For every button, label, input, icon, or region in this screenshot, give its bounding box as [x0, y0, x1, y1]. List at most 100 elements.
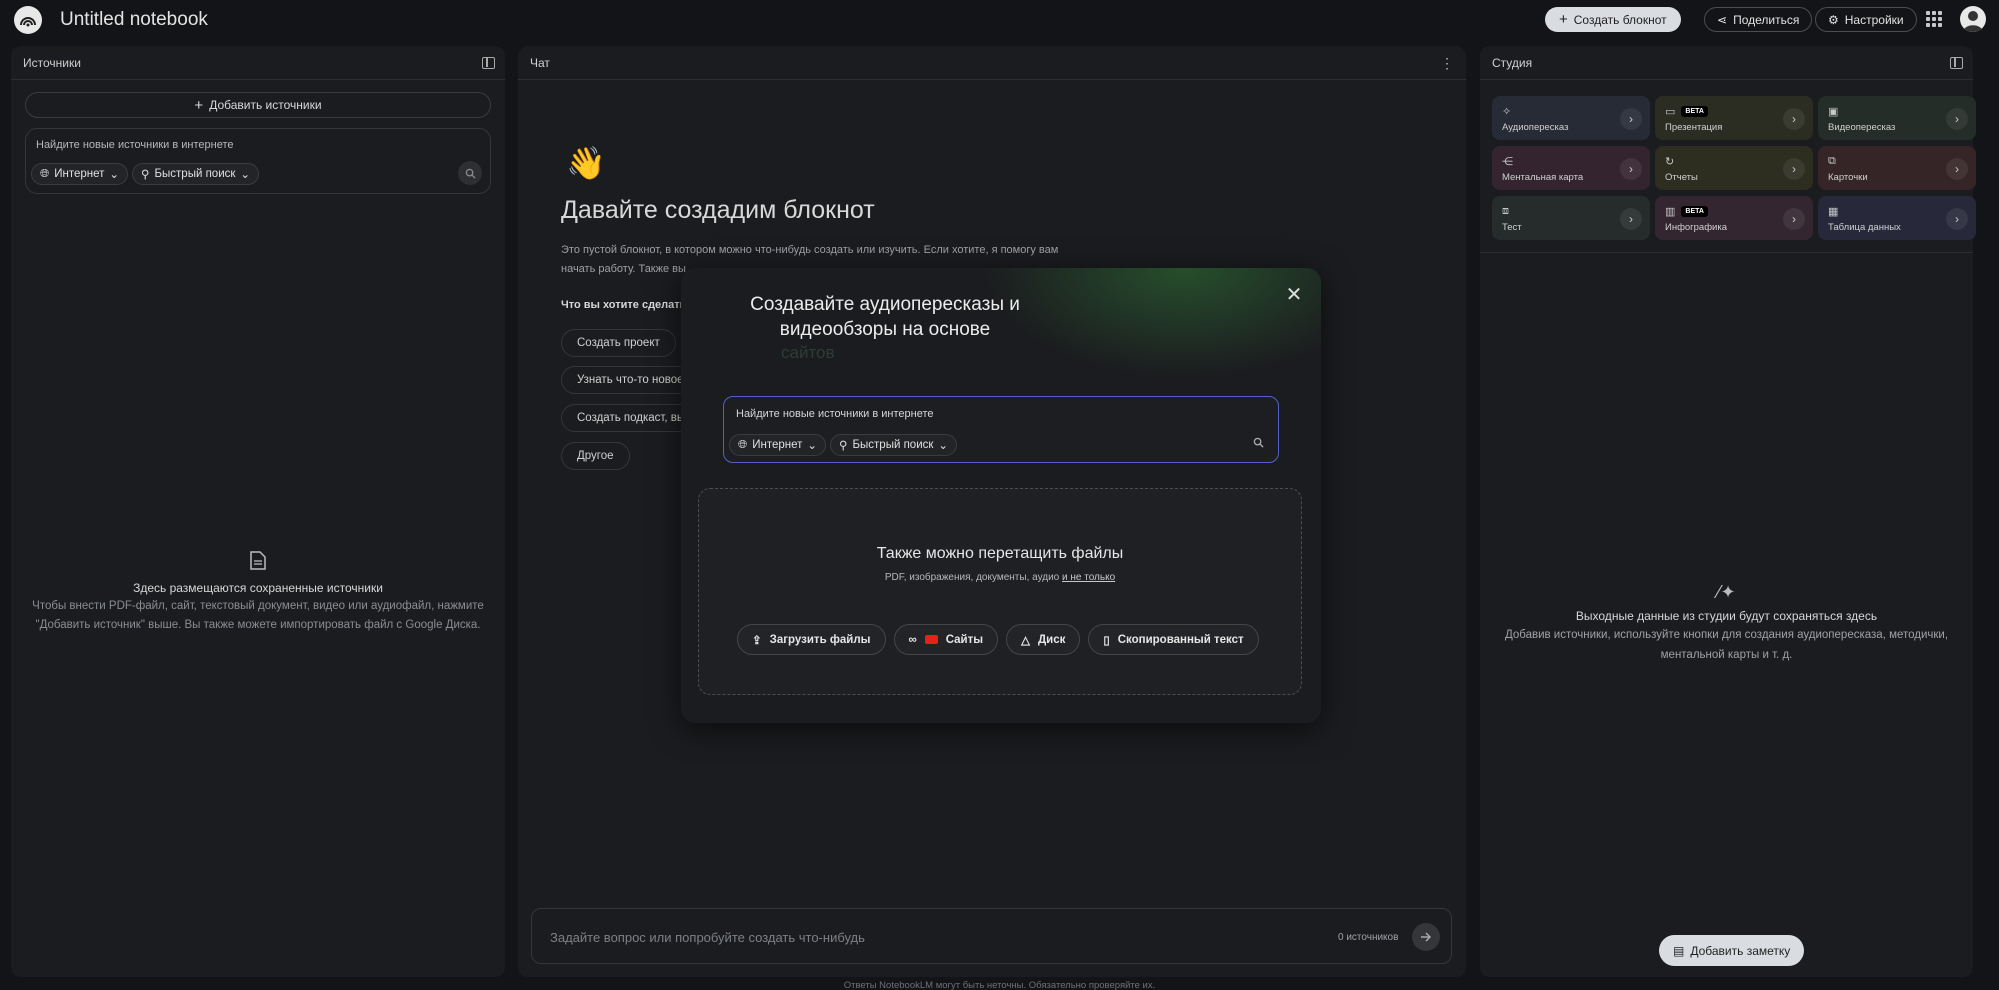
- studio-tile[interactable]: ⧈ Тест ›: [1492, 196, 1650, 240]
- modal-search-box: Найдите новые источники в интернете 🌐︎ И…: [723, 396, 1279, 463]
- drive-label: Диск: [1037, 633, 1066, 646]
- avatar[interactable]: [1960, 6, 1986, 32]
- fast-chip-label: Быстрый поиск: [852, 439, 934, 451]
- copied-text-button[interactable]: ▯ Скопированный текст: [1088, 624, 1259, 655]
- fast-search-dropdown[interactable]: ⚲ Быстрый поиск ⌄: [132, 163, 260, 185]
- studio-tile[interactable]: ↻ Отчеты ›: [1655, 146, 1813, 190]
- fast-search-dropdown[interactable]: ⚲ Быстрый поиск ⌄: [830, 434, 958, 456]
- create-notebook-button[interactable]: + Создать блокнот: [1545, 7, 1681, 32]
- add-sources-label: Добавить источники: [209, 98, 322, 112]
- chat-input-placeholder: Задайте вопрос или попробуйте создать чт…: [550, 930, 865, 945]
- chevron-right-icon[interactable]: ›: [1620, 108, 1642, 130]
- chevron-right-icon[interactable]: ›: [1946, 208, 1968, 230]
- settings-label: Настройки: [1844, 12, 1904, 27]
- beta-badge: BETA: [1681, 105, 1708, 117]
- audio-icon: ✧: [1502, 105, 1512, 118]
- studio-tile-label: Тест: [1502, 222, 1522, 233]
- share-button[interactable]: ⋖ Поделиться: [1704, 7, 1813, 32]
- studio-tile[interactable]: ▭ BETA Презентация ›: [1655, 96, 1813, 140]
- chevron-down-icon: ⌄: [109, 169, 120, 181]
- drive-icon: △: [1021, 634, 1030, 647]
- chat-title: Чат: [530, 55, 550, 70]
- document-icon: [250, 551, 266, 570]
- chevron-down-icon: ⌄: [807, 440, 818, 452]
- sites-label: Сайты: [945, 633, 984, 646]
- sources-empty-state: Здесь размещаются сохраненные источники …: [11, 551, 505, 635]
- sources-title: Источники: [23, 55, 81, 70]
- dropzone-title: Также можно перетащить файлы: [876, 545, 1124, 562]
- magic-wand-icon: ⁄✦: [1717, 582, 1736, 602]
- add-sources-button[interactable]: + Добавить источники: [25, 92, 491, 118]
- studio-tile-label: Карточки: [1828, 172, 1868, 183]
- upload-files-label: Загрузить файлы: [769, 633, 871, 646]
- studio-empty-text: Добавив источники, используйте кнопки дл…: [1504, 629, 1949, 661]
- studio-tile-label: Инфографика: [1665, 222, 1727, 233]
- studio-divider: [1480, 252, 1973, 253]
- drive-button[interactable]: △ Диск: [1006, 624, 1081, 655]
- chevron-right-icon[interactable]: ›: [1946, 108, 1968, 130]
- share-icon: ⋖: [1717, 12, 1728, 27]
- chevron-right-icon[interactable]: ›: [1946, 158, 1968, 180]
- chat-header: Чат ⋮: [518, 46, 1466, 80]
- apps-grid-icon[interactable]: [1926, 11, 1942, 27]
- chevron-down-icon: ⌄: [240, 169, 251, 181]
- close-icon[interactable]: ✕: [1285, 285, 1303, 305]
- source-search-box: Найдите новые источники в интернете 🌐︎ И…: [25, 128, 491, 194]
- sites-button[interactable]: ∞ Сайты: [893, 624, 999, 655]
- upload-files-button[interactable]: ⇪ Загрузить файлы: [737, 624, 886, 655]
- more-formats-link[interactable]: и не только: [1062, 572, 1115, 583]
- modal-search-input[interactable]: Найдите новые источники в интернете: [736, 408, 934, 420]
- web-source-dropdown[interactable]: 🌐︎ Интернет ⌄: [729, 434, 827, 456]
- studio-tile-label: Отчеты: [1665, 172, 1698, 183]
- chevron-right-icon[interactable]: ›: [1783, 208, 1805, 230]
- modal-search-button[interactable]: [1246, 430, 1270, 454]
- chevron-right-icon[interactable]: ›: [1783, 108, 1805, 130]
- cards-icon: ⧉: [1828, 154, 1836, 167]
- studio-header: Студия: [1480, 46, 1973, 80]
- infographic-icon: ▥: [1665, 205, 1676, 218]
- slides-icon: ▭: [1665, 105, 1676, 118]
- globe-icon: 🌐︎: [40, 167, 50, 180]
- source-search-button[interactable]: [458, 161, 482, 185]
- note-icon: ▤: [1673, 943, 1685, 958]
- more-vert-icon[interactable]: ⋮: [1440, 55, 1454, 72]
- settings-button[interactable]: ⚙ Настройки: [1815, 7, 1917, 32]
- studio-tile[interactable]: ▦ Таблица данных ›: [1818, 196, 1976, 240]
- suggestion-chip[interactable]: Другое: [561, 442, 630, 470]
- file-dropzone[interactable]: Также можно перетащить файлы PDF, изобра…: [698, 488, 1302, 695]
- chat-input-box[interactable]: Задайте вопрос или попробуйте создать чт…: [531, 908, 1452, 964]
- collapse-panel-icon[interactable]: [1950, 57, 1963, 69]
- notebook-title[interactable]: Untitled notebook: [60, 9, 208, 31]
- add-note-button[interactable]: ▤ Добавить заметку: [1659, 935, 1805, 966]
- video-icon: ▣: [1828, 105, 1839, 118]
- mindmap-icon: ⋲: [1502, 155, 1513, 168]
- notebooklm-logo-icon[interactable]: [14, 6, 42, 34]
- search-sparkle-icon: ⚲: [839, 440, 848, 452]
- upload-icon: ⇪: [752, 634, 762, 647]
- studio-tile[interactable]: ▣ Видеопересказ ›: [1818, 96, 1976, 140]
- studio-tile[interactable]: ▥ BETA Инфографика ›: [1655, 196, 1813, 240]
- studio-tile[interactable]: ⧉ Карточки ›: [1818, 146, 1976, 190]
- search-icon: [465, 168, 476, 179]
- dropzone-subtitle: PDF, изображения, документы, аудио и не …: [699, 572, 1301, 583]
- chevron-right-icon[interactable]: ›: [1620, 208, 1642, 230]
- add-note-label: Добавить заметку: [1690, 943, 1791, 958]
- studio-tile[interactable]: ⋲ Ментальная карта ›: [1492, 146, 1650, 190]
- chevron-right-icon[interactable]: ›: [1783, 158, 1805, 180]
- reports-icon: ↻: [1665, 155, 1675, 168]
- beta-badge: BETA: [1681, 205, 1708, 217]
- web-source-dropdown[interactable]: 🌐︎ Интернет ⌄: [31, 163, 129, 185]
- collapse-panel-icon[interactable]: [482, 57, 495, 69]
- chevron-right-icon[interactable]: ›: [1620, 158, 1642, 180]
- clipboard-icon: ▯: [1103, 634, 1110, 647]
- modal-animated-word: сайтов: [781, 343, 835, 362]
- plus-icon: +: [1559, 11, 1568, 28]
- suggestion-chip[interactable]: Создать проект: [561, 329, 676, 357]
- table-icon: ▦: [1828, 205, 1839, 218]
- studio-empty-title: Выходные данные из студии будут сохранят…: [1575, 609, 1878, 623]
- suggestion-chip[interactable]: Узнать что-то новое: [561, 366, 700, 394]
- web-chip-label: Интернет: [54, 168, 105, 180]
- send-button[interactable]: [1412, 923, 1440, 951]
- source-search-input[interactable]: Найдите новые источники в интернете: [36, 139, 480, 151]
- studio-tile[interactable]: ✧ Аудиопересказ ›: [1492, 96, 1650, 140]
